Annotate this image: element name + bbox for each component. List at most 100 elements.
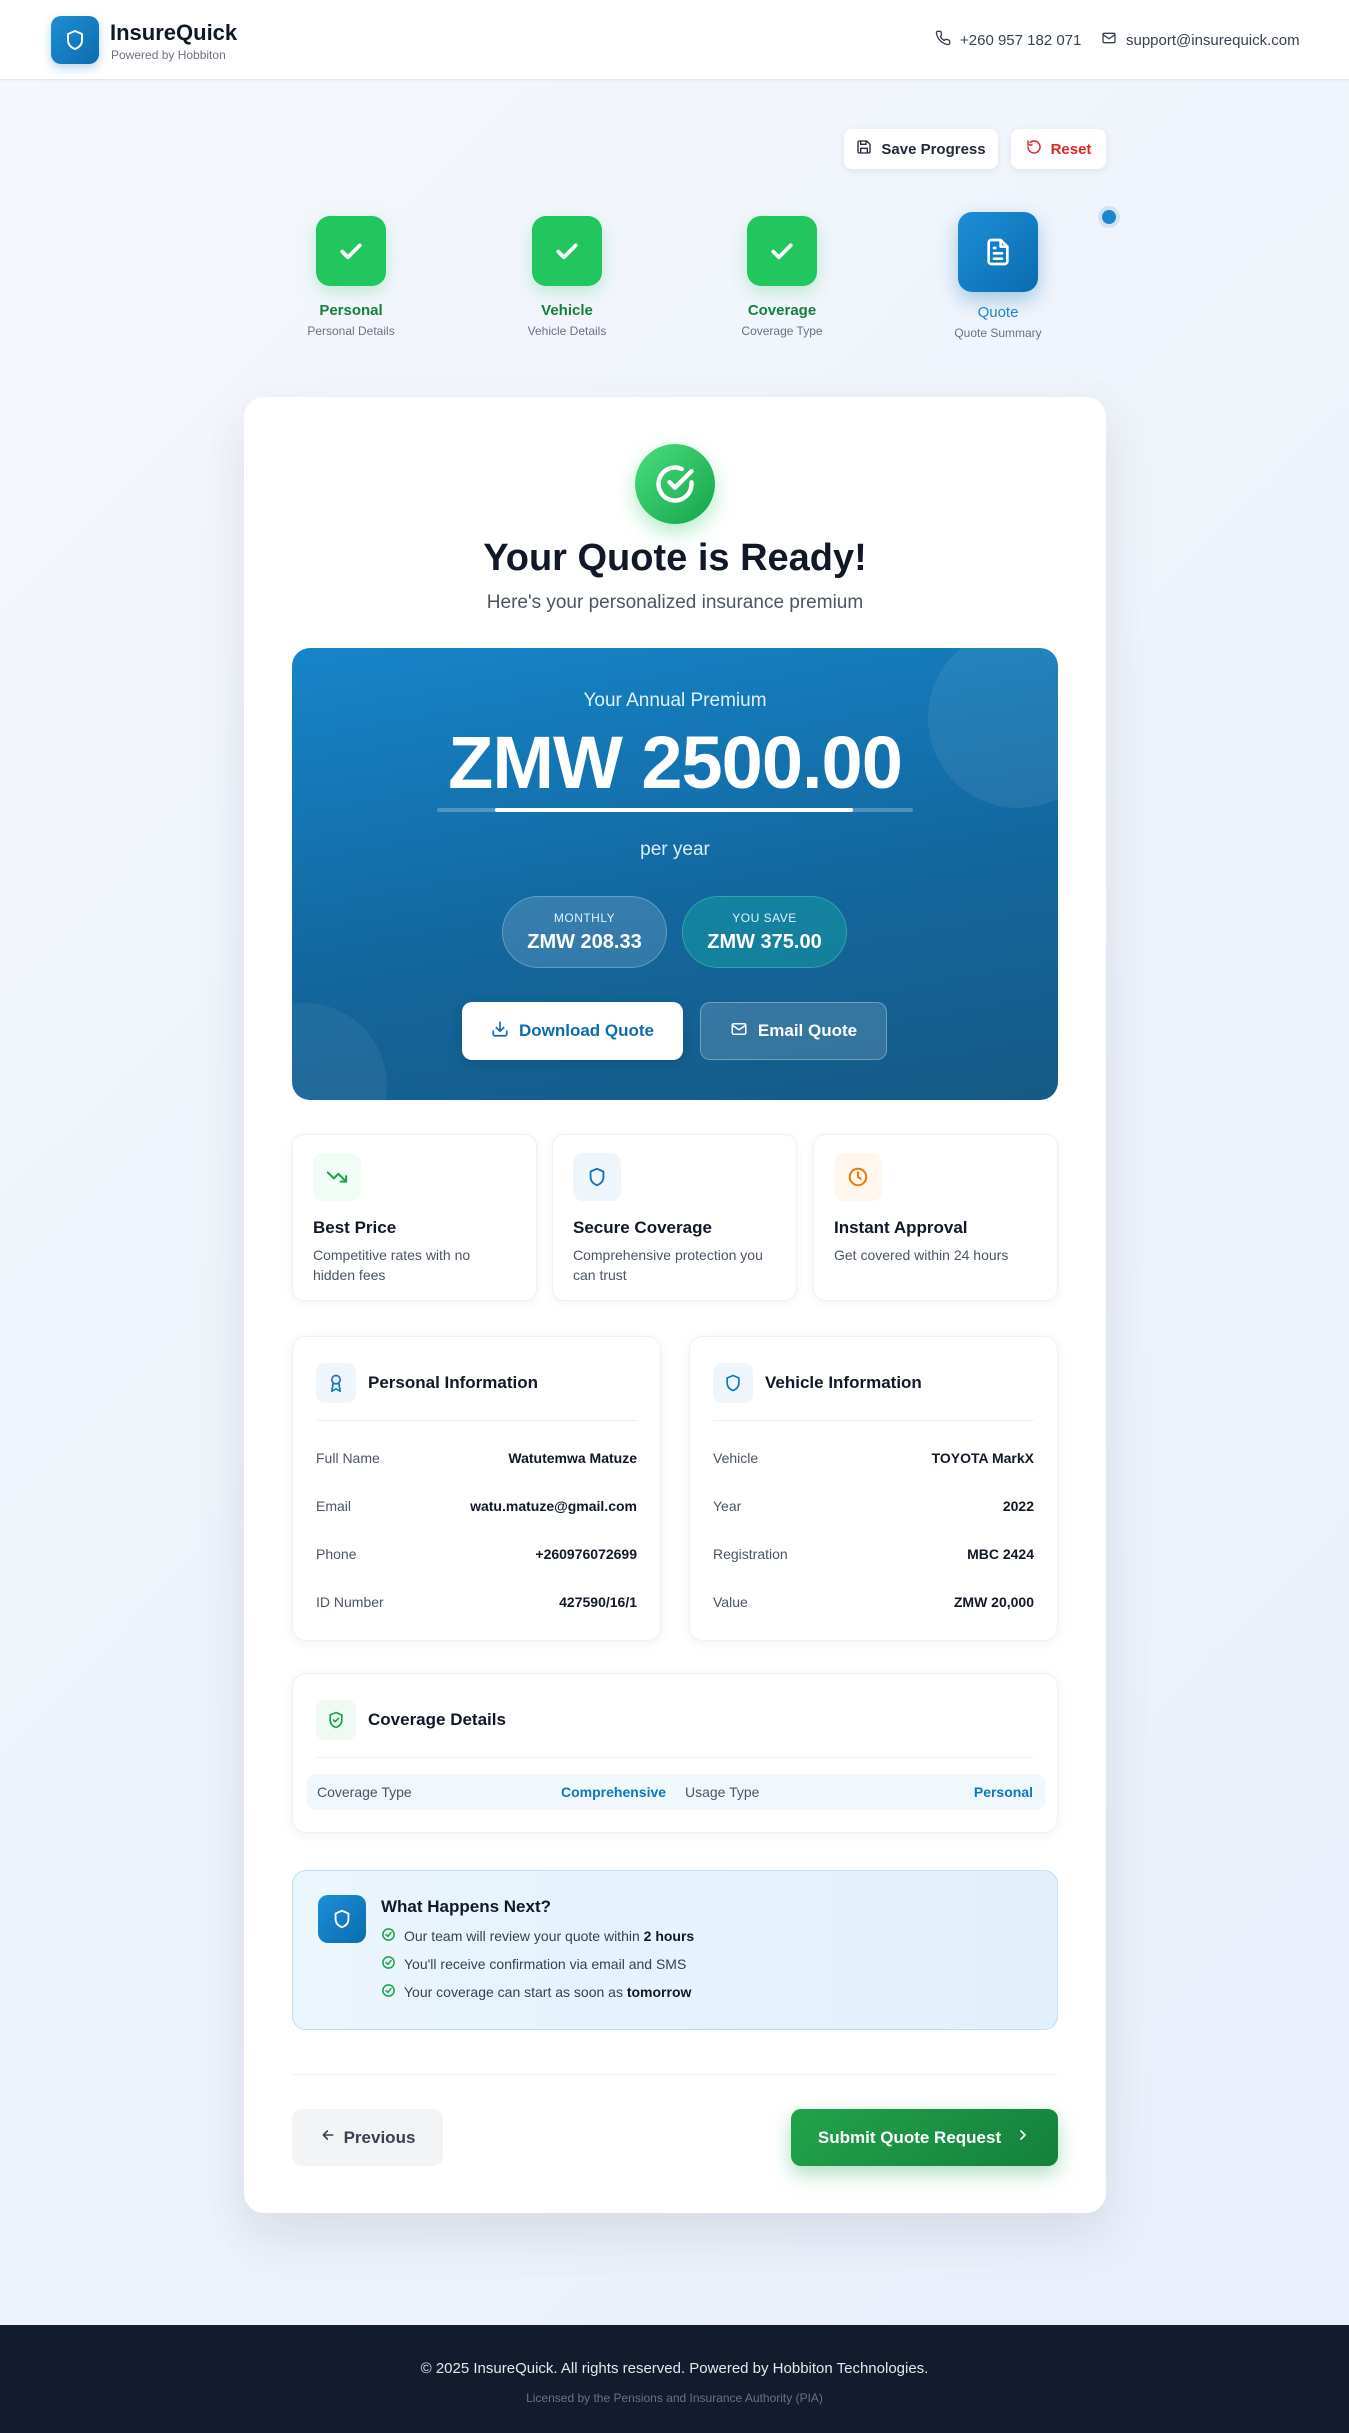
- savings-badge: YOU SAVE ZMW 375.00: [682, 896, 847, 968]
- info-row: Vehicle TOYOTA MarkX: [713, 1447, 1034, 1469]
- next-step-item: Your coverage can start as soon as tomor…: [381, 1983, 691, 2001]
- feature-best-price: Best Price Competitive rates with no hid…: [292, 1134, 537, 1301]
- next-step-emphasis: tomorrow: [626, 1984, 692, 2000]
- license-text: Licensed by the Pensions and Insurance A…: [526, 2391, 823, 2405]
- row-value: watu.matuze@gmail.com: [470, 1498, 637, 1514]
- feature-title: Instant Approval: [834, 1218, 968, 1237]
- step-sublabel: Quote Summary: [954, 326, 1042, 340]
- save-progress-label: Save Progress: [881, 140, 986, 158]
- monthly-value: ZMW 208.33: [527, 931, 642, 953]
- step-coverage[interactable]: Coverage Coverage Type: [702, 212, 862, 338]
- step-sublabel: Vehicle Details: [527, 324, 607, 338]
- feature-description: Get covered within 24 hours: [834, 1247, 1009, 1263]
- shield-check-icon: [316, 1700, 356, 1740]
- row-label: Full Name: [316, 1450, 380, 1466]
- next-steps-title: What Happens Next?: [381, 1897, 552, 1916]
- card-header: Personal Information: [316, 1363, 538, 1403]
- coverage-type-label: Coverage Type: [317, 1784, 412, 1800]
- next-steps-box: What Happens Next? Our team will review …: [292, 1870, 1058, 2030]
- mail-icon: [730, 1020, 748, 1043]
- vehicle-info-card: Vehicle Information Vehicle TOYOTA MarkX …: [689, 1336, 1058, 1641]
- row-label: Year: [713, 1498, 742, 1514]
- row-value: 2022: [1002, 1498, 1034, 1514]
- shield-logo-icon[interactable]: [51, 16, 99, 64]
- next-step-item: You'll receive confirmation via email an…: [381, 1955, 686, 1973]
- usage-type-value: Personal: [973, 1784, 1033, 1800]
- step-quote[interactable]: Quote Quote Summary: [918, 212, 1078, 340]
- next-step-text: Your coverage can start as soon as tomor…: [404, 1984, 691, 2000]
- row-value: Watutemwa Matuze: [508, 1450, 637, 1466]
- info-row: Full Name Watutemwa Matuze: [316, 1447, 637, 1469]
- brand-name[interactable]: InsureQuick: [110, 20, 237, 46]
- row-value: TOYOTA MarkX: [931, 1450, 1034, 1466]
- check-icon: [532, 216, 602, 286]
- check-icon: [316, 216, 386, 286]
- card-title: Vehicle Information: [765, 1373, 922, 1392]
- email-quote-label: Email Quote: [757, 1021, 858, 1040]
- savings-value: ZMW 375.00: [707, 931, 822, 953]
- premium-underline: [437, 808, 913, 812]
- copyright-text: © 2025 InsureQuick. All rights reserved.…: [420, 2360, 929, 2377]
- step-vehicle[interactable]: Vehicle Vehicle Details: [487, 212, 647, 338]
- row-value: +260976072699: [535, 1546, 637, 1562]
- row-label: Value: [713, 1594, 748, 1610]
- next-step-text-start: Your coverage can start as soon as: [404, 1984, 627, 2000]
- premium-label: Your Annual Premium: [583, 690, 767, 711]
- phone-number: +260 957 182 071: [960, 31, 1082, 49]
- email-contact[interactable]: support@insurequick.com: [1101, 30, 1300, 50]
- site-footer: © 2025 InsureQuick. All rights reserved.…: [0, 2325, 1349, 2433]
- row-label: Phone: [316, 1546, 357, 1562]
- page-title: Your Quote is Ready!: [483, 537, 867, 579]
- shield-icon: [573, 1153, 621, 1201]
- shield-icon: [318, 1895, 366, 1943]
- savings-label: YOU SAVE: [732, 911, 797, 925]
- next-step-text: Our team will review your quote within 2…: [404, 1928, 694, 1944]
- save-progress-button[interactable]: Save Progress: [844, 129, 998, 169]
- save-icon: [856, 139, 872, 159]
- phone-icon: [935, 30, 951, 50]
- personal-info-card: Personal Information Full Name Watutemwa …: [292, 1336, 661, 1641]
- step-label: Vehicle: [541, 302, 593, 319]
- feature-title: Secure Coverage: [573, 1218, 712, 1237]
- reset-icon: [1026, 139, 1042, 159]
- card-header: Vehicle Information: [713, 1363, 922, 1403]
- info-row: Registration MBC 2424: [713, 1543, 1034, 1565]
- download-quote-button[interactable]: Download Quote: [462, 1002, 683, 1060]
- chevron-right-icon: [1015, 2127, 1031, 2148]
- document-icon: [958, 212, 1038, 292]
- row-value: ZMW 20,000: [953, 1594, 1034, 1610]
- premium-underline-fill: [495, 808, 853, 812]
- next-step-text: You'll receive confirmation via email an…: [404, 1956, 687, 1972]
- next-step-item: Our team will review your quote within 2…: [381, 1927, 694, 1945]
- divider: [316, 1420, 637, 1421]
- monthly-label: MONTHLY: [553, 911, 616, 925]
- step-label: Coverage: [747, 302, 817, 319]
- row-label: Vehicle: [713, 1450, 759, 1466]
- row-label: ID Number: [316, 1594, 384, 1610]
- phone-contact[interactable]: +260 957 182 071: [935, 30, 1081, 50]
- feature-description: Competitive rates with no hidden fees: [313, 1247, 471, 1283]
- submit-quote-button[interactable]: Submit Quote Request: [791, 2109, 1058, 2166]
- step-label: Personal: [319, 302, 383, 319]
- step-sublabel: Personal Details: [307, 324, 395, 338]
- award-icon: [316, 1363, 356, 1403]
- previous-button[interactable]: Previous: [292, 2109, 443, 2166]
- decorative-circle: [292, 1003, 387, 1100]
- feature-title: Best Price: [313, 1218, 397, 1237]
- info-row: Year 2022: [713, 1495, 1034, 1517]
- step-label: Quote: [977, 304, 1019, 321]
- email-quote-button[interactable]: Email Quote: [700, 1002, 887, 1060]
- premium-panel: Your Annual Premium ZMW 2500.00 per year…: [292, 648, 1058, 1100]
- reset-button[interactable]: Reset: [1011, 129, 1106, 169]
- info-row: Value ZMW 20,000: [713, 1591, 1034, 1613]
- premium-amount: ZMW 2500.00: [448, 721, 903, 804]
- row-value: MBC 2424: [967, 1546, 1034, 1562]
- row-label: Registration: [713, 1546, 788, 1562]
- card-title: Coverage Details: [368, 1710, 506, 1729]
- step-personal[interactable]: Personal Personal Details: [271, 212, 431, 338]
- status-indicator-dot: [1102, 210, 1116, 224]
- next-step-text-start: Our team will review your quote within: [404, 1928, 644, 1944]
- divider: [316, 1757, 1034, 1758]
- check-circle-icon: [381, 1927, 396, 1945]
- coverage-type-value: Comprehensive: [561, 1784, 667, 1800]
